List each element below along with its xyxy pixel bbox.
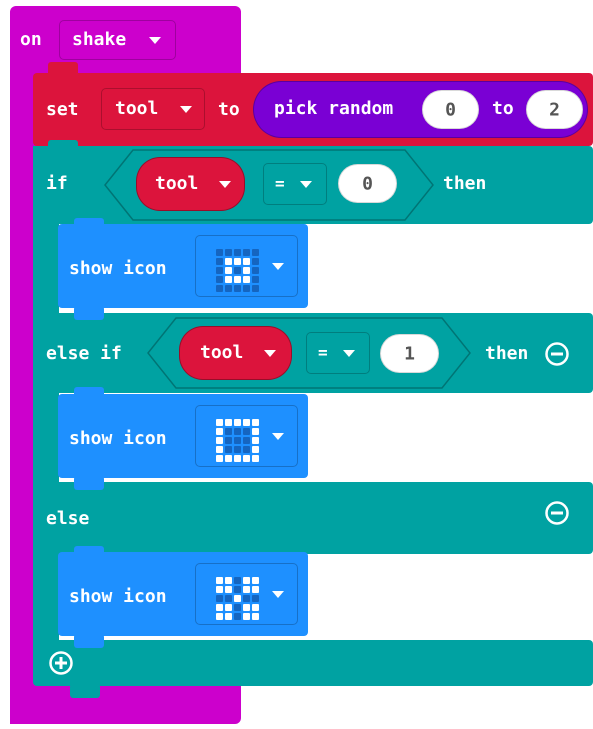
else-keyword: else — [46, 508, 90, 529]
then-keyword: then — [485, 343, 529, 364]
remove-else-if-icon[interactable] — [544, 341, 570, 367]
led-on — [252, 428, 259, 435]
condition-2-value-field[interactable]: 1 — [380, 334, 439, 373]
caret-down-icon — [343, 350, 355, 357]
led-on — [252, 577, 259, 584]
icon-picker-3[interactable] — [195, 563, 298, 625]
led-on — [252, 604, 259, 611]
remove-else-icon[interactable] — [544, 500, 570, 526]
led-off — [234, 613, 241, 620]
led-off — [252, 595, 259, 602]
led-on — [216, 455, 223, 462]
led-on — [252, 446, 259, 453]
led-on — [252, 455, 259, 462]
led-on — [216, 604, 223, 611]
condition-2-operator-dropdown[interactable]: = — [306, 332, 370, 374]
show-icon-label: show icon — [69, 586, 167, 607]
led-on — [216, 577, 223, 584]
condition-2-operator: = — [318, 343, 328, 362]
led-off — [243, 428, 250, 435]
led-on — [225, 577, 232, 584]
led-off — [234, 586, 241, 593]
led-on — [243, 419, 250, 426]
led-on — [252, 613, 259, 620]
show-icon-block-2[interactable]: show icon — [58, 394, 308, 478]
led-on — [243, 586, 250, 593]
led-icon-preview — [216, 577, 259, 620]
show-icon-label: show icon — [69, 428, 167, 449]
led-off — [225, 446, 232, 453]
led-on — [225, 613, 232, 620]
show-icon-block-3[interactable]: show icon — [58, 552, 308, 636]
led-on — [216, 613, 223, 620]
led-on — [252, 419, 259, 426]
led-on — [225, 419, 232, 426]
led-on — [216, 446, 223, 453]
caret-down-icon — [272, 433, 284, 440]
led-on — [243, 613, 250, 620]
led-on — [234, 595, 241, 602]
led-off — [225, 428, 232, 435]
condition-2-variable-label: tool — [200, 342, 244, 363]
led-off — [243, 446, 250, 453]
led-on — [225, 455, 232, 462]
led-off — [234, 428, 241, 435]
led-off — [234, 604, 241, 611]
led-on — [216, 428, 223, 435]
led-on — [216, 419, 223, 426]
block-connector — [74, 634, 104, 648]
led-on — [243, 604, 250, 611]
led-on — [234, 455, 241, 462]
led-off — [234, 577, 241, 584]
led-on — [216, 437, 223, 444]
led-off — [234, 446, 241, 453]
led-on — [243, 455, 250, 462]
add-else-if-icon[interactable] — [48, 650, 74, 676]
led-on — [252, 437, 259, 444]
led-off — [225, 437, 232, 444]
block-connector — [74, 476, 104, 490]
caret-down-icon — [264, 350, 276, 357]
led-off — [234, 437, 241, 444]
condition-2-variable[interactable]: tool — [179, 326, 292, 380]
icon-picker-2[interactable] — [195, 405, 298, 467]
led-off — [216, 595, 223, 602]
led-on — [225, 586, 232, 593]
led-on — [243, 577, 250, 584]
led-icon-preview — [216, 419, 259, 462]
led-on — [216, 586, 223, 593]
led-on — [252, 586, 259, 593]
led-off — [225, 595, 232, 602]
caret-down-icon — [272, 591, 284, 598]
led-on — [234, 419, 241, 426]
led-on — [225, 604, 232, 611]
condition-2-value: 1 — [404, 343, 415, 364]
led-off — [243, 437, 250, 444]
led-off — [243, 595, 250, 602]
